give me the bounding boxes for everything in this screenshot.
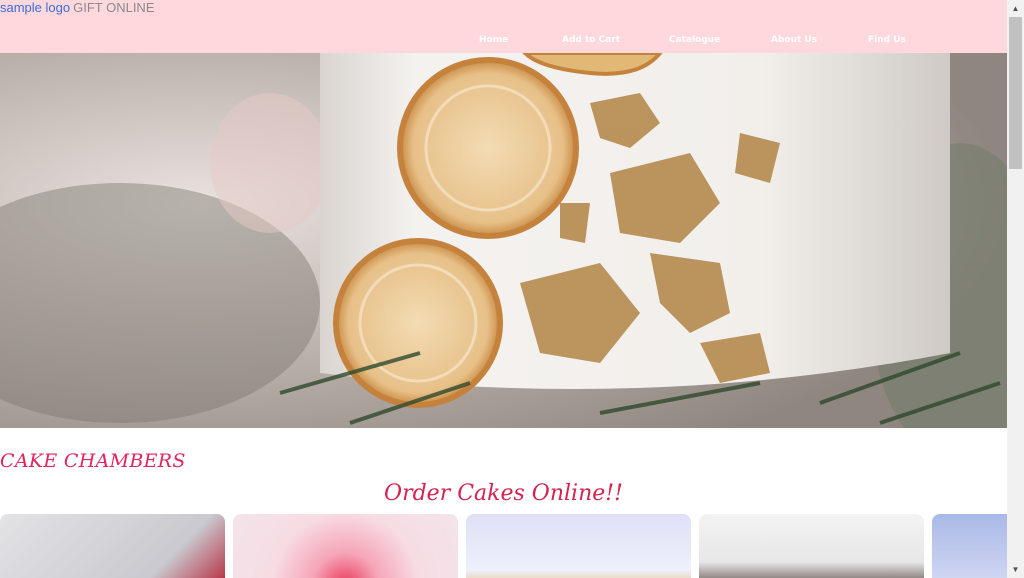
product-cards-row [0,514,1007,578]
product-card[interactable] [932,514,1007,578]
nav-home[interactable]: Home [479,35,508,45]
product-card[interactable] [699,514,924,578]
order-cakes-heading: Order Cakes Online!! [384,481,623,506]
triangle-down-icon[interactable]: ▼ [1007,561,1024,578]
hero-banner-image [0,53,1007,428]
product-card[interactable] [233,514,458,578]
vertical-scrollbar[interactable]: ▲ ▼ [1007,0,1024,578]
scrollbar-thumb[interactable] [1009,17,1022,169]
site-header: sample logo GIFT ONLINE Home Add to Cart … [0,0,1007,53]
triangle-up-icon[interactable]: ▲ [1007,0,1024,17]
product-card[interactable] [0,514,225,578]
product-card[interactable] [466,514,691,578]
nav-find-us[interactable]: Find Us [868,35,906,45]
brand-name: GIFT ONLINE [73,0,155,15]
logo[interactable]: sample logo GIFT ONLINE [0,0,155,16]
brand-heading: CAKE CHAMBERS [0,450,186,472]
logo-image-alt-text[interactable]: sample logo [0,0,70,15]
nav-catalogue[interactable]: Catalogue [669,35,720,45]
nav-about-us[interactable]: About Us [771,35,817,45]
page: sample logo GIFT ONLINE Home Add to Cart … [0,0,1007,578]
main-nav: Home Add to Cart Catalogue About Us Find… [0,35,1007,49]
nav-add-to-cart[interactable]: Add to Cart [562,35,620,45]
